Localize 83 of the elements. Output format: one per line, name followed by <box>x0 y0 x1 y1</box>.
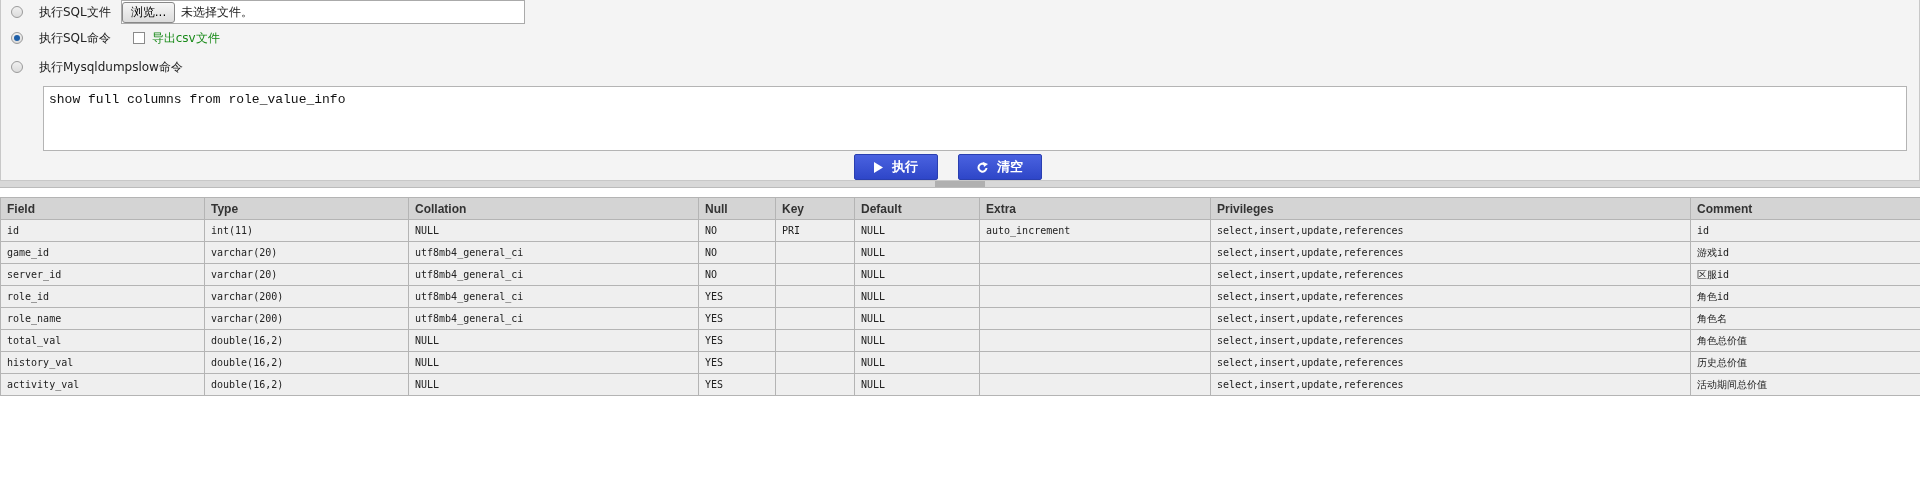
column-header: Default <box>854 197 980 220</box>
table-cell: double(16,2) <box>211 357 284 368</box>
column-header: Key <box>775 197 855 220</box>
option-label: 执行Mysqldumpslow命令 <box>39 58 183 76</box>
table-cell: NULL <box>861 247 886 258</box>
table-cell: NO <box>705 269 718 280</box>
table-cell: NULL <box>861 291 886 302</box>
column-header: Collation <box>408 197 699 220</box>
column-header: Field <box>0 197 205 220</box>
table-cell: NULL <box>861 379 886 390</box>
table-cell: 历史总价值 <box>1697 356 1747 368</box>
table-cell: 活动期间总价值 <box>1697 378 1767 390</box>
table-cell: varchar(20) <box>211 247 278 258</box>
table-cell: select,insert,update,references <box>1217 313 1404 324</box>
table-cell: utf8mb4_general_ci <box>415 269 524 280</box>
table-cell: utf8mb4_general_ci <box>415 313 524 324</box>
table-cell: utf8mb4_general_ci <box>415 291 524 302</box>
table-cell: 角色名 <box>1697 312 1727 324</box>
table-cell: varchar(200) <box>211 313 284 324</box>
table-cell: select,insert,update,references <box>1217 269 1404 280</box>
table-cell: varchar(200) <box>211 291 284 302</box>
column-header: Type <box>204 197 409 220</box>
table-cell: 游戏id <box>1697 246 1730 258</box>
sql-input[interactable]: show full columns from role_value_info <box>43 85 1907 151</box>
column-header: Extra <box>979 197 1211 220</box>
table-cell: select,insert,update,references <box>1217 335 1404 346</box>
table-cell: select,insert,update,references <box>1217 291 1404 302</box>
table-cell: id <box>1697 225 1710 236</box>
clear-button[interactable]: 清空 <box>957 154 1042 180</box>
table-cell: YES <box>705 335 724 346</box>
table-cell: YES <box>705 313 724 324</box>
table-cell: YES <box>705 379 724 390</box>
table-cell: NULL <box>861 335 886 346</box>
table-cell: 区服id <box>1697 268 1730 280</box>
play-icon <box>873 161 883 173</box>
file-field[interactable]: 浏览... 未选择文件。 <box>120 0 525 24</box>
table-cell: role_id <box>7 291 50 302</box>
refresh-icon <box>976 161 988 173</box>
table-cell: role_name <box>7 313 62 324</box>
table-cell: select,insert,update,references <box>1217 379 1404 390</box>
table-cell: double(16,2) <box>211 335 284 346</box>
table-cell: select,insert,update,references <box>1217 357 1404 368</box>
column-header: Null <box>698 197 776 220</box>
table-cell: NULL <box>415 225 440 236</box>
radio-button[interactable] <box>11 32 23 45</box>
table-cell: NULL <box>861 225 886 236</box>
table-cell: NO <box>705 247 718 258</box>
browse-button[interactable]: 浏览... <box>121 1 176 23</box>
table-cell: NULL <box>861 357 886 368</box>
checkbox[interactable] <box>132 32 145 45</box>
table-cell: server_id <box>7 269 62 280</box>
table-cell: int(11) <box>211 225 254 236</box>
table-cell: NULL <box>415 379 440 390</box>
column-header: Comment <box>1690 197 1920 220</box>
radio-button[interactable] <box>11 61 23 74</box>
table-cell: total_val <box>7 335 62 346</box>
table-cell: select,insert,update,references <box>1217 225 1404 236</box>
option-label: 执行SQL文件 <box>39 3 111 21</box>
table-cell: NULL <box>861 269 886 280</box>
column-header: Privileges <box>1210 197 1691 220</box>
option-label: 执行SQL命令 <box>39 29 111 47</box>
table-cell: NULL <box>861 313 886 324</box>
table-cell: id <box>7 225 20 236</box>
table-cell: NO <box>705 225 718 236</box>
table-cell: YES <box>705 291 724 302</box>
table-cell: 角色id <box>1697 290 1730 302</box>
table-cell: history_val <box>7 357 74 368</box>
run-button[interactable]: 执行 <box>853 154 938 180</box>
table-cell: utf8mb4_general_ci <box>415 247 524 258</box>
table-cell: NULL <box>415 335 440 346</box>
table-cell: varchar(20) <box>211 269 278 280</box>
checkbox-label: 导出csv文件 <box>151 29 220 47</box>
table-cell: NULL <box>415 357 440 368</box>
table-cell: 角色总价值 <box>1697 334 1747 346</box>
table-cell: activity_val <box>7 379 80 390</box>
table-cell: select,insert,update,references <box>1217 247 1404 258</box>
radio-button[interactable] <box>11 6 23 18</box>
table-cell: PRI <box>782 225 801 236</box>
splitter-handle[interactable] <box>935 181 985 187</box>
table-cell: YES <box>705 357 724 368</box>
table-cell: double(16,2) <box>211 379 284 390</box>
table-cell: auto_increment <box>986 225 1071 236</box>
table-cell: game_id <box>7 247 50 258</box>
